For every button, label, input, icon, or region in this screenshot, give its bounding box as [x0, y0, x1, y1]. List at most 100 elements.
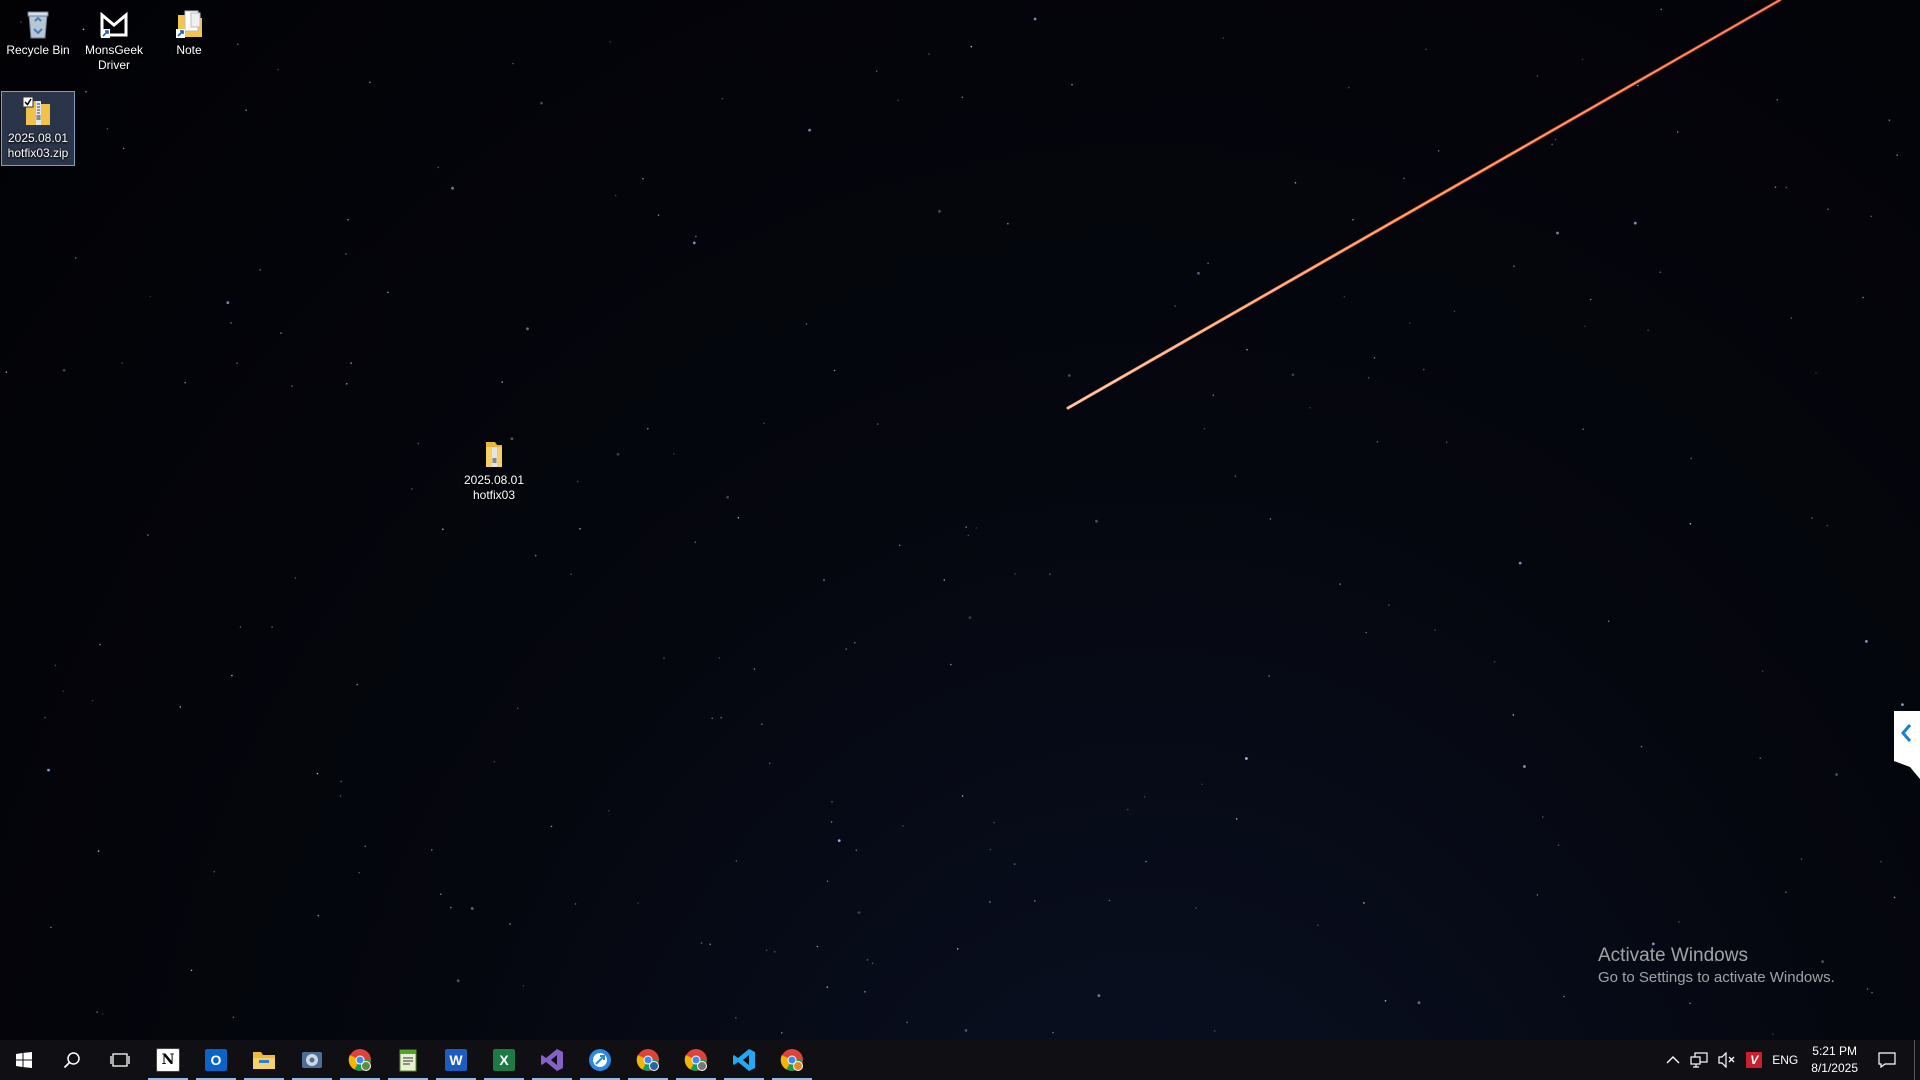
star — [277, 68, 279, 71]
star — [965, 526, 967, 528]
star — [1352, 218, 1354, 221]
star — [1269, 518, 1272, 520]
star — [516, 707, 519, 710]
desktop-icon-zip-file[interactable]: 2025.08.01 hotfix03.zip — [1, 91, 75, 166]
show-hidden-icons-button[interactable] — [1661, 1040, 1685, 1080]
chrome-icon — [636, 1049, 659, 1071]
star — [970, 45, 973, 48]
star — [226, 301, 230, 304]
desktop-icon-recycle-bin[interactable]: Recycle Bin — [1, 4, 75, 62]
taskbar-app-chrome-1[interactable] — [336, 1040, 384, 1080]
taskbar-app-vscode[interactable] — [720, 1040, 768, 1080]
star — [1512, 714, 1515, 716]
star — [1678, 921, 1680, 923]
outlook-icon: O — [205, 1049, 227, 1071]
clock-button[interactable]: 5:21 PM 8/1/2025 — [1803, 1040, 1866, 1080]
star — [781, 1032, 783, 1034]
star — [1348, 86, 1350, 89]
star — [1589, 298, 1592, 301]
star — [54, 664, 57, 667]
notion-icon: N — [156, 1048, 180, 1072]
star — [961, 96, 964, 98]
star — [720, 716, 722, 719]
taskbar-app-excel[interactable]: X — [480, 1040, 528, 1080]
task-view-button[interactable] — [96, 1040, 144, 1080]
start-button[interactable] — [0, 1040, 48, 1080]
star — [1551, 143, 1553, 146]
star — [1384, 1000, 1387, 1002]
star — [1234, 475, 1237, 478]
star — [823, 579, 825, 581]
star — [964, 1029, 968, 1032]
volume-button[interactable] — [1713, 1040, 1741, 1080]
desktop-icon-label: Recycle Bin — [6, 43, 70, 57]
star — [1690, 457, 1692, 460]
star — [1235, 818, 1238, 820]
star — [1049, 573, 1051, 575]
show-desktop-button[interactable] — [1914, 1040, 1920, 1080]
star — [1453, 310, 1456, 313]
star — [1689, 523, 1692, 525]
star — [1835, 773, 1838, 776]
star — [961, 795, 964, 797]
taskbar-app-gear[interactable] — [288, 1040, 336, 1080]
tray-app-button[interactable]: V — [1741, 1040, 1767, 1080]
star — [1563, 995, 1565, 998]
star — [99, 643, 101, 646]
star — [1013, 863, 1016, 865]
star — [1776, 99, 1778, 101]
star — [854, 641, 856, 644]
taskbar-app-blue-round[interactable] — [576, 1040, 624, 1080]
star — [1097, 994, 1101, 997]
taskbar-app-notepad[interactable] — [384, 1040, 432, 1080]
word-icon: W — [445, 1049, 467, 1071]
star — [1513, 265, 1515, 268]
star — [347, 218, 349, 221]
star — [1827, 208, 1829, 210]
taskbar-app-visual-studio[interactable] — [528, 1040, 576, 1080]
star — [726, 495, 729, 499]
star — [271, 626, 273, 628]
side-panel-tab[interactable] — [1894, 711, 1920, 779]
star — [737, 517, 740, 519]
network-button[interactable] — [1685, 1040, 1713, 1080]
monsgeek-driver-icon — [97, 7, 131, 41]
star — [1365, 631, 1367, 634]
star — [735, 860, 738, 862]
taskbar-app-word[interactable]: W — [432, 1040, 480, 1080]
star — [1174, 305, 1176, 307]
star — [763, 422, 765, 425]
excel-icon: X — [493, 1049, 515, 1071]
chrome-icon — [348, 1049, 371, 1071]
taskbar-app-outlook[interactable]: O — [192, 1040, 240, 1080]
star — [875, 70, 878, 72]
star — [450, 906, 452, 909]
desktop-icon-note[interactable]: Note — [152, 4, 226, 62]
input-language-button[interactable]: ENG — [1767, 1040, 1803, 1080]
star — [47, 768, 50, 772]
desktop-icon-monsgeek-driver[interactable]: MonsGeek Driver — [77, 4, 151, 77]
taskbar-app-chrome-2[interactable] — [624, 1040, 672, 1080]
taskbar-app-chrome-3[interactable] — [672, 1040, 720, 1080]
star — [700, 942, 703, 944]
taskbar-app-chrome-4[interactable] — [768, 1040, 816, 1080]
star — [1637, 84, 1639, 87]
star — [898, 544, 901, 547]
taskbar-app-notion[interactable]: N — [144, 1040, 192, 1080]
star — [1554, 138, 1557, 141]
desktop-icon-folder[interactable]: 2025.08.01 hotfix03 — [457, 434, 531, 507]
speaker-muted-icon — [1718, 1052, 1735, 1068]
search-icon — [63, 1052, 80, 1069]
star — [609, 41, 612, 43]
clock-date: 8/1/2025 — [1811, 1061, 1858, 1075]
search-button[interactable] — [48, 1040, 96, 1080]
system-tray: V ENG 5:21 PM 8/1/2025 — [1661, 1040, 1920, 1080]
star — [826, 986, 829, 988]
star — [805, 323, 808, 325]
star — [1893, 896, 1896, 899]
taskbar-app-file-explorer[interactable] — [240, 1040, 288, 1080]
star — [989, 848, 992, 851]
star — [864, 991, 866, 993]
star — [866, 959, 869, 961]
action-center-button[interactable] — [1866, 1040, 1908, 1080]
